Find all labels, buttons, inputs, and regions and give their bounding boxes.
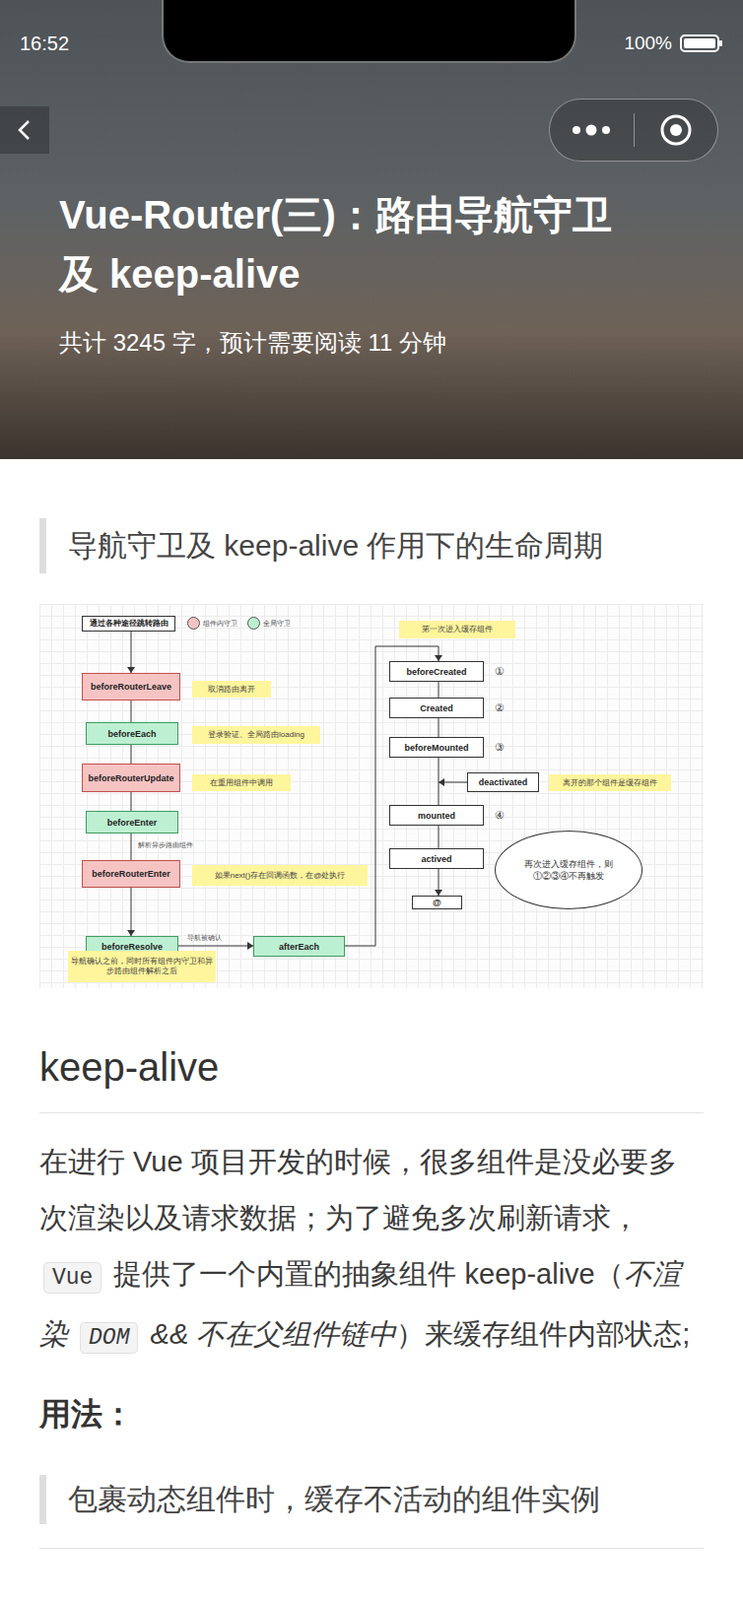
diagram-note: 离开的那个组件是缓存组件	[548, 774, 672, 792]
lifecycle-diagram: 组件内守卫全局守卫通过各种途径跳转路由beforeRouterLeavebefo…	[39, 604, 704, 989]
quote: 导航守卫及 keep-alive 作用下的生命周期	[39, 518, 704, 574]
edge-label: 解析异步路由组件	[137, 840, 194, 850]
legend-dot-icon	[247, 616, 261, 630]
diagram-node: beforeEach	[85, 722, 179, 745]
diagram-node: beforeCreated	[389, 661, 484, 682]
battery-icon	[679, 33, 724, 54]
usage-heading: 用法：	[39, 1394, 704, 1434]
back-chevron-icon	[16, 118, 33, 142]
legend-item: 组件内守卫	[187, 616, 238, 630]
article-meta: 共计 3245 字，预计需要阅读 11 分钟	[59, 325, 684, 361]
status-bar: 16:52 100%	[0, 0, 743, 87]
back-button[interactable]	[0, 106, 50, 154]
close-button[interactable]	[634, 113, 719, 147]
notch	[161, 0, 577, 64]
diagram-node: actived	[389, 848, 484, 870]
diagram-note: 第一次进入缓存组件	[399, 620, 516, 639]
diagram-node: beforeMounted	[389, 737, 484, 758]
node-marker: ③	[494, 741, 505, 753]
diagram-note: 登录验证、全局路由loading	[192, 726, 321, 744]
section-heading: keep-alive	[39, 1043, 704, 1114]
app: 16:52 100% Vue-Router(三)：路由导航守卫及 keep-aliv…	[0, 0, 743, 1600]
target-icon	[659, 113, 693, 147]
divider	[39, 1548, 704, 1550]
usage-quote: 包裹动态组件时，缓存不活动的组件实例	[39, 1475, 704, 1525]
diagram-node: deactivated	[467, 772, 540, 793]
status-time: 16:52	[19, 28, 69, 59]
capsule-menu	[548, 98, 719, 162]
diagram-node: mounted	[389, 805, 484, 826]
paragraph: 在进行 Vue 项目开发的时候，很多组件是没必要多次渲染以及请求数据；为了避免多…	[39, 1134, 704, 1367]
diagram-node: beforeRouterUpdate	[81, 763, 181, 793]
legend-dot-icon	[187, 616, 201, 630]
diagram-node: afterEach	[253, 936, 345, 957]
diagram-node: beforeEnter	[85, 810, 179, 834]
node-marker: ②	[494, 701, 505, 714]
diagram-node: @	[411, 895, 463, 910]
article-body: 导航守卫及 keep-alive 作用下的生命周期组件内守卫全局守卫通过各种途径…	[0, 518, 743, 1550]
edge-label: 导航被确认	[187, 933, 222, 943]
diagram-note: 如果next()存在回调函数，在@处执行	[192, 865, 368, 886]
diagram-legend: 组件内守卫全局守卫	[187, 616, 291, 630]
article-title: Vue-Router(三)：路由导航守卫及 keep-alive	[59, 185, 684, 304]
diagram-connectors	[39, 604, 704, 989]
diagram-node: beforeRouterLeave	[81, 673, 181, 701]
diagram-note: 导航确认之前，同时所有组件内守卫和异步路由组件解析之后	[67, 950, 216, 983]
hero: 16:52 100% Vue-Router(三)：路由导航守卫及 keep-aliv…	[0, 0, 743, 460]
diagram-node: beforeRouterEnter	[81, 860, 181, 888]
inline-code: Vue	[43, 1262, 102, 1294]
node-marker: ①	[494, 665, 505, 677]
inline-code: DOM	[79, 1322, 138, 1354]
nav-bar	[0, 98, 743, 162]
diagram-note: 在重用组件中调用	[192, 774, 291, 792]
node-marker: ④	[494, 809, 505, 821]
more-dots-icon	[570, 124, 612, 136]
legend-item: 全局守卫	[247, 616, 291, 630]
battery-percent: 100%	[623, 29, 673, 59]
more-button[interactable]	[549, 124, 634, 136]
diagram-note: 取消路由离开	[192, 680, 271, 698]
diagram-node: 通过各种途径跳转路由	[81, 615, 176, 632]
diagram-node: Created	[389, 697, 484, 719]
diagram-cloud: 再次进入缓存组件，则①②③④不再触发	[494, 830, 643, 910]
